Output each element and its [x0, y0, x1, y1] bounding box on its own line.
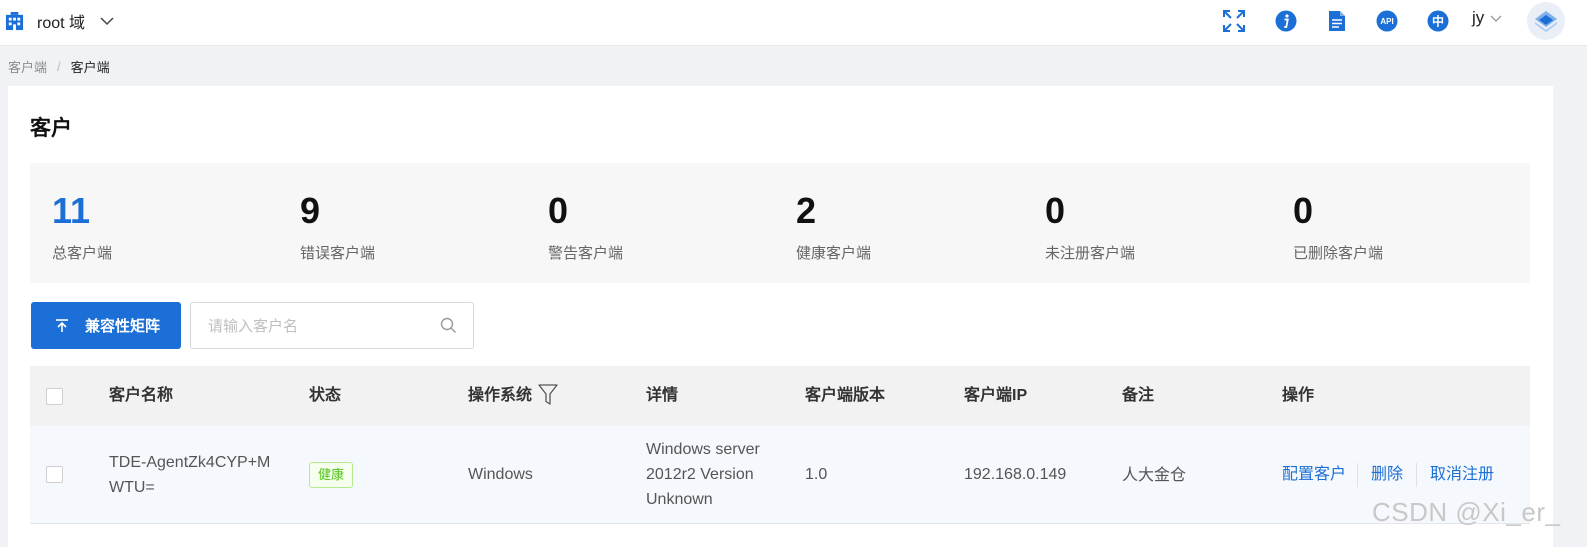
api-badge-text: API	[1380, 17, 1393, 26]
stat-label: 未注册客户端	[1045, 245, 1136, 262]
chevron-down-icon	[100, 17, 114, 26]
chevron-down-icon	[1490, 15, 1502, 22]
stat-value: 0	[548, 190, 569, 231]
table-row: TDE-AgentZk4CYP+M WTU= 健康 Windows Window…	[30, 426, 1530, 524]
stat-label: 警告客户端	[548, 245, 624, 262]
stat-label: 总客户端	[52, 245, 113, 262]
client-name-line: WTU=	[109, 479, 155, 496]
building-icon	[5, 11, 24, 30]
table-header: 客户名称 状态 操作系统 详情 客户端版本 客户端IP 备注 操作	[30, 366, 1530, 426]
column-header-remark[interactable]: 备注	[1122, 366, 1154, 426]
detail-cell: Windows server 2012r2 Version Unknown	[646, 437, 760, 512]
stat-value: 0	[1293, 190, 1314, 231]
client-name: TDE-AgentZk4CYP+M WTU=	[109, 450, 270, 500]
detail-line: Unknown	[646, 491, 713, 508]
fullscreen-icon[interactable]	[1223, 10, 1245, 32]
page-title: 客户	[30, 117, 72, 140]
stat-value: 11	[52, 190, 91, 231]
detail-line: Windows server	[646, 441, 760, 458]
version-cell: 1.0	[805, 466, 828, 483]
status-badge: 健康	[309, 462, 354, 488]
search-icon[interactable]	[440, 317, 457, 334]
breadcrumb: 客户端 / 客户端	[8, 57, 110, 76]
remark-cell: 人大金仓	[1122, 467, 1187, 484]
detail-line: 2012r2 Version	[646, 466, 754, 483]
delete-link[interactable]: 删除	[1371, 462, 1403, 487]
breadcrumb-separator: /	[57, 59, 61, 74]
configure-client-link[interactable]: 配置客户	[1282, 462, 1346, 487]
client-name-line: TDE-AgentZk4CYP+M	[109, 454, 271, 471]
ip-cell: 192.168.0.149	[964, 466, 1067, 483]
column-header-actions: 操作	[1282, 387, 1315, 404]
stat-value: 0	[1045, 190, 1066, 231]
language-icon[interactable]: 中	[1427, 10, 1449, 32]
row-checkbox[interactable]	[46, 466, 63, 483]
unregister-link[interactable]: 取消注册	[1430, 462, 1494, 487]
avatar[interactable]	[1527, 2, 1565, 40]
column-header-os[interactable]: 操作系统	[468, 366, 532, 426]
watermark: CSDN @Xi_er_	[1372, 497, 1561, 527]
select-all-checkbox[interactable]	[46, 388, 63, 405]
breadcrumb-current: 客户端	[70, 60, 110, 75]
column-header-detail[interactable]: 详情	[646, 366, 678, 426]
compatibility-matrix-label: 兼容性矩阵	[85, 318, 161, 335]
language-badge-text: 中	[1432, 14, 1444, 29]
user-menu[interactable]: jy	[1472, 8, 1502, 28]
stat-label: 错误客户端	[300, 245, 376, 262]
document-icon[interactable]	[1326, 10, 1348, 32]
domain-label: root 域	[37, 15, 86, 32]
stat-value: 9	[300, 190, 321, 231]
breadcrumb-parent[interactable]: 客户端	[8, 57, 47, 76]
action-divider	[1357, 463, 1358, 487]
filter-icon[interactable]	[538, 384, 558, 406]
column-header-status[interactable]: 状态	[309, 366, 341, 426]
compatibility-matrix-button[interactable]: 兼容性矩阵	[31, 302, 181, 349]
info-icon[interactable]	[1275, 10, 1297, 32]
column-header-name[interactable]: 客户名称	[109, 366, 173, 426]
action-divider	[1416, 463, 1417, 487]
search-box	[190, 302, 474, 349]
user-name: jy	[1472, 8, 1485, 27]
top-bar: root 域 API 中 jy	[0, 0, 1587, 46]
search-input[interactable]	[208, 315, 428, 337]
column-header-version[interactable]: 客户端版本	[805, 366, 885, 426]
stat-label: 健康客户端	[796, 245, 872, 262]
column-header-ip[interactable]: 客户端IP	[964, 366, 1027, 426]
stat-value: 2	[796, 190, 817, 231]
os-cell: Windows	[468, 466, 533, 483]
domain-selector[interactable]: root 域	[5, 0, 114, 42]
upload-icon	[56, 318, 68, 332]
api-icon[interactable]: API	[1376, 10, 1398, 32]
stats-panel: 11 总客户端 9 错误客户端 0 警告客户端 2 健康客户端 0 未注册客户端…	[30, 163, 1530, 283]
avatar-logo-icon	[1535, 11, 1557, 32]
main-card: 客户 11 总客户端 9 错误客户端 0 警告客户端 2 健康客户端 0 未注册…	[8, 86, 1553, 547]
stat-label: 已删除客户端	[1293, 245, 1384, 262]
